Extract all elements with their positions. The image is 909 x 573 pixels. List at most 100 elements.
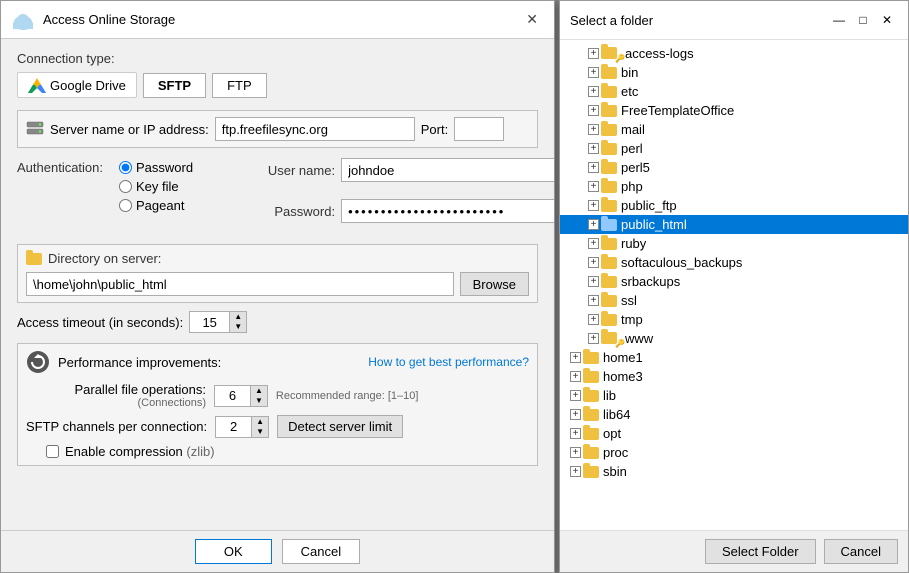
folder-name: FreeTemplateOffice [621,103,734,118]
folder-minimize-btn[interactable]: — [828,9,850,31]
main-dialog-title: Access Online Storage [43,12,175,27]
expand-btn[interactable]: + [588,181,599,192]
tree-item[interactable]: + lib [560,386,908,405]
expand-btn[interactable]: + [588,314,599,325]
tree-item[interactable]: +srbackups [560,272,908,291]
tree-item[interactable]: +perl [560,139,908,158]
expand-btn[interactable]: + [570,352,581,363]
expand-btn[interactable]: + [588,105,599,116]
tree-item[interactable]: +ruby [560,234,908,253]
tree-item[interactable]: + php [560,177,908,196]
folder-titlebar: Select a folder — □ ✕ [560,1,908,40]
timeout-input[interactable] [189,311,229,333]
tree-item[interactable]: +🔑www [560,329,908,348]
tree-item[interactable]: +ssl [560,291,908,310]
folder-name: lib [603,388,616,403]
tree-item[interactable]: +home1 [560,348,908,367]
main-cancel-btn[interactable]: Cancel [282,539,360,564]
timeout-up-btn[interactable]: ▲ [230,312,246,322]
tree-item[interactable]: +tmp [560,310,908,329]
tree-item[interactable]: +public_ftp [560,196,908,215]
ok-btn[interactable]: OK [195,539,272,564]
ftp-btn[interactable]: FTP [212,73,267,98]
port-label: Port: [421,122,448,137]
tree-item[interactable]: +🔑access-logs [560,44,908,63]
expand-btn[interactable]: + [588,200,599,211]
sftp-input[interactable] [215,416,251,438]
timeout-down-btn[interactable]: ▼ [230,322,246,332]
folder-maximize-btn[interactable]: □ [852,9,874,31]
tree-item[interactable]: +opt [560,424,908,443]
expand-btn[interactable]: + [588,162,599,173]
auth-keyfile-label: Key file [136,179,179,194]
compression-label[interactable]: Enable compression (zlib) [65,444,215,459]
folder-name: mail [621,122,645,137]
folder-close-btn[interactable]: ✕ [876,9,898,31]
expand-btn[interactable]: + [570,371,581,382]
auth-pageant-radio[interactable] [119,199,132,212]
auth-password-option[interactable]: Password [119,160,193,175]
tree-item[interactable]: +home3 [560,367,908,386]
auth-keyfile-option[interactable]: Key file [119,179,193,194]
dir-label: Directory on server: [48,251,161,266]
expand-btn[interactable]: + [570,390,581,401]
select-folder-btn[interactable]: Select Folder [705,539,816,564]
expand-btn[interactable]: + [588,124,599,135]
expand-btn[interactable]: + [588,333,599,344]
expand-btn[interactable]: + [588,257,599,268]
folder-icon [583,428,599,440]
expand-btn[interactable]: + [588,143,599,154]
port-input[interactable] [454,117,504,141]
expand-btn[interactable]: + [570,447,581,458]
expand-btn[interactable]: + [588,276,599,287]
folder-tree[interactable]: +🔑access-logs+bin+etc + FreeTemplateOffice… [560,40,908,531]
tree-item[interactable]: +public_html [560,215,908,234]
expand-btn[interactable]: + [588,295,599,306]
ftp-label: FTP [227,78,252,93]
tree-item[interactable]: +proc [560,443,908,462]
tree-item[interactable]: +perl5 [560,158,908,177]
folder-name: php [621,179,643,194]
tree-item[interactable]: + mail [560,120,908,139]
auth-password-radio[interactable] [119,161,132,174]
sftp-up-btn[interactable]: ▲ [252,417,268,427]
detect-limit-btn[interactable]: Detect server limit [277,415,403,438]
folder-cancel-btn[interactable]: Cancel [824,539,898,564]
expand-btn[interactable]: + [588,48,599,59]
tree-item[interactable]: +bin [560,63,908,82]
server-icon [26,120,44,138]
tree-item[interactable]: +etc [560,82,908,101]
server-input[interactable] [215,117,415,141]
perf-help-link[interactable]: How to get best performance? [368,355,529,369]
tree-item[interactable]: +lib64 [560,405,908,424]
sftp-down-btn[interactable]: ▼ [252,427,268,437]
folder-icon [601,295,617,307]
expand-btn[interactable]: + [588,67,599,78]
expand-btn[interactable]: + [588,238,599,249]
password-input[interactable] [341,199,554,223]
parallel-spinner: ▲ ▼ [214,385,268,407]
expand-btn[interactable]: + [570,466,581,477]
main-close-btn[interactable]: ✕ [520,9,544,30]
expand-btn[interactable]: + [570,428,581,439]
browse-btn[interactable]: Browse [460,272,529,296]
auth-fields-col: User name: Password: Show password [205,158,554,234]
auth-pageant-option[interactable]: Pageant [119,198,193,213]
expand-btn[interactable]: + [570,409,581,420]
parallel-up-btn[interactable]: ▲ [251,386,267,396]
gdrive-btn[interactable]: Google Drive [17,72,137,98]
compression-checkbox[interactable] [46,445,59,458]
dir-input[interactable] [26,272,454,296]
parallel-input[interactable] [214,385,250,407]
auth-keyfile-radio[interactable] [119,180,132,193]
tree-item[interactable]: + FreeTemplateOffice [560,101,908,120]
parallel-spin-btns: ▲ ▼ [250,385,268,407]
sftp-btn[interactable]: SFTP [143,73,206,98]
expand-btn[interactable]: + [588,86,599,97]
username-input[interactable] [341,158,554,182]
folder-title-btns: — □ ✕ [828,9,898,31]
tree-item[interactable]: +softaculous_backups [560,253,908,272]
expand-btn[interactable]: + [588,219,599,230]
parallel-down-btn[interactable]: ▼ [251,396,267,406]
tree-item[interactable]: +sbin [560,462,908,481]
